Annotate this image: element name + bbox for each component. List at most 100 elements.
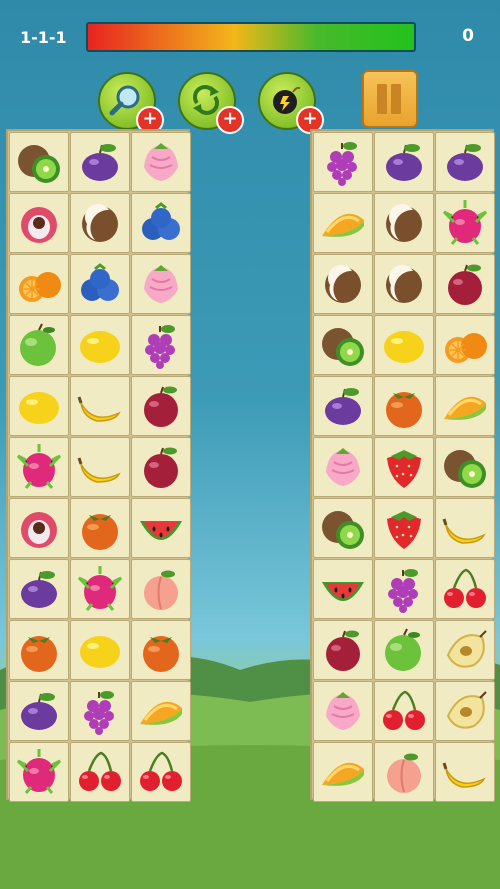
score-value: 0	[462, 26, 474, 46]
left-tile-blueberry[interactable]	[131, 193, 191, 253]
left-tile-grapes[interactable]	[131, 315, 191, 375]
green-apple-icon	[20, 323, 56, 366]
right-tile-pear[interactable]	[435, 620, 495, 680]
left-tile-banana[interactable]	[70, 376, 130, 436]
powerup-plus-badge: +	[216, 106, 244, 134]
right-tile-strawberry[interactable]	[374, 437, 434, 497]
right-tile-red-plum[interactable]	[435, 254, 495, 314]
left-tile-lemon[interactable]	[9, 376, 69, 436]
pause-icon	[377, 84, 387, 114]
left-tile-dragonfruit[interactable]	[70, 559, 130, 619]
left-tile-peach[interactable]	[131, 559, 191, 619]
left-tile-plum[interactable]	[70, 132, 130, 192]
lemon-icon	[384, 331, 424, 363]
right-tile-melon[interactable]	[435, 376, 495, 436]
level-label: 1-1-1	[20, 28, 67, 47]
right-tile-dragonfruit[interactable]	[435, 193, 495, 253]
kiwi-icon	[444, 450, 486, 488]
left-tile-blueberry[interactable]	[70, 254, 130, 314]
right-tile-plum[interactable]	[313, 376, 373, 436]
persimmon-icon	[82, 514, 118, 550]
left-tile-shell-radish[interactable]	[131, 132, 191, 192]
left-tile-red-plum[interactable]	[131, 376, 191, 436]
pear-icon	[446, 691, 487, 729]
right-tile-banana[interactable]	[435, 498, 495, 558]
left-tile-lemon[interactable]	[70, 315, 130, 375]
left-tile-cherries[interactable]	[131, 742, 191, 802]
left-tile-dragonfruit[interactable]	[9, 437, 69, 497]
right-tile-shell-radish[interactable]	[313, 681, 373, 741]
right-tile-pear[interactable]	[435, 681, 495, 741]
right-tile-grapes[interactable]	[374, 559, 434, 619]
right-tile-persimmon[interactable]	[374, 376, 434, 436]
right-tile-peach[interactable]	[374, 742, 434, 802]
left-tile-banana[interactable]	[70, 437, 130, 497]
left-tile-green-apple[interactable]	[9, 315, 69, 375]
right-tile-watermelon[interactable]	[313, 559, 373, 619]
melon-icon	[140, 701, 182, 725]
bomb-powerup-button[interactable]: +	[258, 72, 324, 134]
right-tile-cherries[interactable]	[435, 559, 495, 619]
left-tile-kiwi[interactable]	[9, 132, 69, 192]
persimmon-icon	[143, 636, 179, 672]
cherries-icon	[383, 690, 425, 730]
right-tile-coconut[interactable]	[374, 254, 434, 314]
left-tile-lemon[interactable]	[70, 620, 130, 680]
right-tile-plum[interactable]	[435, 132, 495, 192]
left-tile-melon[interactable]	[131, 681, 191, 741]
red-plum-icon	[144, 386, 178, 427]
left-tile-persimmon[interactable]	[9, 620, 69, 680]
right-tile-board	[310, 129, 495, 802]
left-tile-watermelon[interactable]	[131, 498, 191, 558]
left-tile-plum[interactable]	[9, 559, 69, 619]
right-tile-coconut[interactable]	[374, 193, 434, 253]
right-tile-strawberry[interactable]	[374, 498, 434, 558]
right-tile-lemon[interactable]	[374, 315, 434, 375]
left-tile-lychee[interactable]	[9, 498, 69, 558]
banana-icon	[77, 457, 121, 483]
left-tile-persimmon[interactable]	[70, 498, 130, 558]
right-tile-melon[interactable]	[313, 742, 373, 802]
right-tile-shell-radish[interactable]	[313, 437, 373, 497]
right-tile-plum[interactable]	[374, 132, 434, 192]
lychee-icon	[21, 512, 57, 548]
lemon-icon	[80, 331, 120, 363]
top-bar: 1-1-1 0	[0, 0, 500, 70]
grapes-icon	[84, 691, 114, 735]
shuffle-powerup-button[interactable]: +	[178, 72, 244, 134]
banana-icon	[77, 396, 121, 422]
hint-powerup-button[interactable]: +	[98, 72, 164, 134]
left-tile-plum[interactable]	[9, 681, 69, 741]
left-tile-orange[interactable]	[9, 254, 69, 314]
left-tile-dragonfruit[interactable]	[9, 742, 69, 802]
right-tile-kiwi[interactable]	[313, 498, 373, 558]
timer-progress-fill	[88, 24, 414, 50]
coconut-icon	[325, 264, 361, 303]
left-tile-grapes[interactable]	[70, 681, 130, 741]
right-tile-kiwi[interactable]	[313, 315, 373, 375]
left-tile-coconut[interactable]	[70, 193, 130, 253]
plum-icon	[21, 693, 57, 730]
grapes-icon	[388, 569, 418, 613]
right-tile-red-plum[interactable]	[313, 620, 373, 680]
cherries-icon	[79, 751, 121, 791]
pause-button[interactable]	[362, 70, 418, 128]
right-tile-kiwi[interactable]	[435, 437, 495, 497]
right-tile-melon[interactable]	[313, 193, 373, 253]
right-tile-cherries[interactable]	[374, 681, 434, 741]
right-tile-green-apple[interactable]	[374, 620, 434, 680]
right-tile-orange[interactable]	[435, 315, 495, 375]
right-tile-coconut[interactable]	[313, 254, 373, 314]
left-tile-cherries[interactable]	[70, 742, 130, 802]
blueberry-icon	[81, 263, 119, 301]
shell-radish-icon	[326, 692, 360, 730]
left-tile-lychee[interactable]	[9, 193, 69, 253]
right-tile-grapes[interactable]	[313, 132, 373, 192]
left-tile-shell-radish[interactable]	[131, 254, 191, 314]
left-tile-red-plum[interactable]	[131, 437, 191, 497]
right-tile-banana[interactable]	[435, 742, 495, 802]
lemon-icon	[19, 392, 59, 424]
peach-icon	[144, 570, 178, 610]
left-tile-persimmon[interactable]	[131, 620, 191, 680]
melon-icon	[322, 762, 364, 786]
